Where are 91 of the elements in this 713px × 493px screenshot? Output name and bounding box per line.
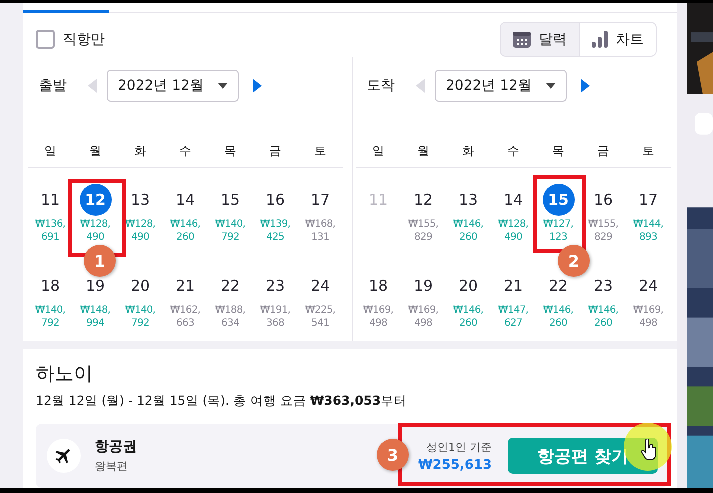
day-price: ₩128,490 [79, 219, 112, 244]
day-price: ₩146,260 [452, 219, 485, 244]
day-price: ₩144,893 [632, 219, 665, 244]
day-number[interactable]: 16 [590, 190, 618, 210]
trip-summary: 12월 12일 (월) - 12월 15일 (목). 총 여행 요금 ₩363,053부터 [36, 393, 408, 410]
day-price: ₩127,123 [542, 219, 575, 244]
day-price: ₩146,260 [169, 219, 202, 244]
weekday-label: 수 [506, 143, 520, 160]
calendar-icon [513, 32, 531, 48]
weekday-label: 일 [44, 143, 58, 160]
day-price: ₩136,691 [34, 219, 67, 244]
day-number[interactable]: 12 [410, 190, 438, 210]
calendar-label: 도착 [367, 77, 396, 96]
day-price: ₩169,498 [362, 305, 395, 330]
day-number[interactable]: 17 [634, 190, 662, 210]
day-price: ₩191,368 [259, 305, 292, 330]
month-select[interactable]: 2022년 12월 [435, 70, 567, 102]
day-number[interactable]: 19 [410, 276, 438, 296]
price-note: 성인1인 기준 [426, 440, 492, 454]
day-number[interactable]: 12 [80, 184, 112, 216]
hand-cursor-icon [641, 439, 657, 461]
day-number[interactable]: 19 [82, 276, 110, 296]
weekday-label: 수 [178, 143, 192, 160]
weekday-label: 화 [462, 143, 476, 160]
day-price: ₩140,792 [214, 219, 247, 244]
day-number[interactable]: 15 [216, 190, 244, 210]
day-price: ₩188,634 [214, 305, 247, 330]
weekday-label: 금 [596, 143, 610, 160]
day-number[interactable]: 16 [262, 190, 290, 210]
day-price: ₩139,425 [259, 219, 292, 244]
day-number[interactable]: 13 [454, 190, 482, 210]
weekday-label: 토 [642, 143, 656, 160]
day-number[interactable]: 18 [364, 276, 392, 296]
next-month-icon[interactable] [252, 79, 262, 94]
day-price: ₩148,994 [79, 305, 112, 330]
day-number[interactable]: 18 [36, 276, 64, 296]
day-price: ₩146,260 [452, 305, 485, 330]
day-price: ₩146,260 [542, 305, 575, 330]
day-number[interactable]: 22 [216, 276, 244, 296]
day-number[interactable]: 23 [590, 276, 618, 296]
view-toggle-button[interactable]: 차트 [579, 23, 656, 56]
day-number[interactable]: 22 [544, 276, 572, 296]
checkbox[interactable] [36, 30, 55, 50]
day-number: 11 [368, 190, 390, 210]
flight-subtitle: 왕복편 [95, 459, 128, 474]
checkbox-label: 직항만 [63, 30, 105, 49]
day-price: ₩140,792 [124, 305, 157, 330]
day-number[interactable]: 13 [126, 190, 154, 210]
bar-chart-icon [592, 31, 608, 48]
day-number[interactable]: 24 [306, 276, 334, 296]
day-number[interactable]: 24 [634, 276, 662, 296]
day-price: ₩147,627 [497, 305, 530, 330]
city-title: 하노이 [36, 362, 94, 387]
day-number[interactable]: 17 [306, 190, 334, 210]
weekday-label: 화 [134, 143, 148, 160]
airplane-icon [47, 439, 81, 473]
day-number[interactable]: 15 [542, 184, 574, 216]
day-number[interactable]: 14 [172, 190, 200, 210]
day-price: ₩146,260 [587, 305, 620, 330]
weekday-label: 월 [88, 143, 102, 160]
day-price: ₩168,131 [304, 219, 337, 244]
day-price: ₩162,663 [169, 305, 202, 330]
day-number[interactable]: 21 [500, 276, 528, 296]
weekday-label: 목 [552, 143, 566, 160]
view-toggle-button[interactable]: 달력 [501, 23, 579, 56]
day-number[interactable]: 20 [454, 276, 482, 296]
day-price: ₩225,541 [304, 305, 337, 330]
weekday-label: 일 [372, 143, 386, 160]
weekday-label: 목 [224, 143, 238, 160]
flight-price: ₩255,613 [418, 458, 492, 472]
day-number[interactable]: 14 [500, 190, 528, 210]
weekday-label: 금 [268, 143, 282, 160]
day-price: ₩140,792 [34, 305, 67, 330]
day-price: ₩169,498 [407, 305, 440, 330]
day-number[interactable]: 11 [36, 190, 64, 210]
day-price: ₩155,829 [407, 219, 440, 244]
day-number[interactable]: 21 [172, 276, 200, 296]
weekday-label: 토 [314, 143, 328, 160]
weekday-label: 월 [416, 143, 430, 160]
day-price: ₩128,490 [497, 219, 530, 244]
caret-icon [218, 83, 228, 90]
flight-title: 항공권 [95, 438, 137, 456]
day-price: ₩169,498 [632, 305, 665, 330]
day-number[interactable]: 20 [126, 276, 154, 296]
day-price: ₩128,490 [124, 219, 157, 244]
caret-icon [546, 83, 556, 90]
day-price: ₩155,829 [587, 219, 620, 244]
month-select[interactable]: 2022년 12월 [107, 70, 239, 102]
next-month-icon[interactable] [580, 79, 590, 94]
calendar-label: 출발 [39, 77, 68, 96]
day-number[interactable]: 23 [262, 276, 290, 296]
